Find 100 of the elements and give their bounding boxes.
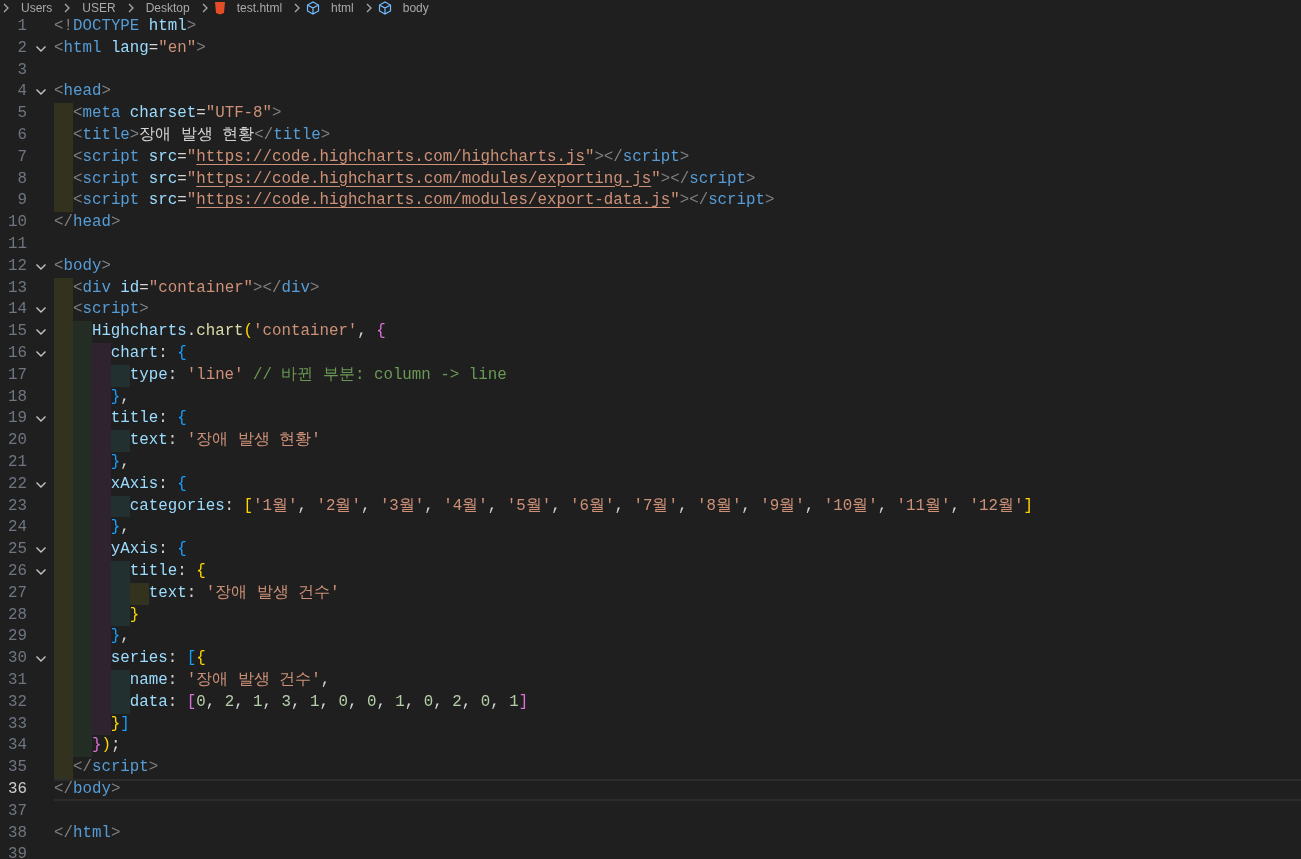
line-number: 20 xyxy=(7,430,27,452)
breadcrumb-item[interactable]: USER xyxy=(76,2,122,14)
breadcrumb-item[interactable]: Users xyxy=(15,2,59,14)
code-line: <html lang="en"> xyxy=(54,37,207,59)
line-number: 34 xyxy=(7,735,27,757)
code-line: type: 'line' // 바뀐 부분: column -> line xyxy=(54,364,1301,387)
line-number: 36 xyxy=(7,778,27,800)
code-line: yAxis: { xyxy=(54,539,1301,561)
line-number: 23 xyxy=(7,495,27,517)
chevron-right-icon xyxy=(293,2,302,14)
code-line: <meta charset="UTF-8"> xyxy=(54,103,1301,125)
chevron-right-icon xyxy=(126,2,135,14)
line-number: 14 xyxy=(7,299,27,321)
line-number: 16 xyxy=(7,343,27,364)
line-number: 24 xyxy=(7,517,27,539)
breadcrumb-item[interactable]: test.html xyxy=(230,2,289,14)
breadcrumb-item[interactable]: Desktop xyxy=(139,2,196,14)
code-line: series: [{ xyxy=(54,648,1301,670)
line-number: 26 xyxy=(7,561,27,582)
line-number: 11 xyxy=(7,234,27,256)
code-line: <script src="https://code.highcharts.com/highcharts.js"></script> xyxy=(54,146,1301,169)
line-number: 27 xyxy=(7,582,27,604)
line-number: 18 xyxy=(7,386,27,408)
code-line: <script src="https://code.highcharts.com/modules/exporting.js"></script> xyxy=(54,168,1301,191)
code-line: </script> xyxy=(54,757,1301,779)
line-number: 25 xyxy=(7,539,27,561)
line-number: 33 xyxy=(7,713,27,735)
code-line: <div id="container"></div> xyxy=(54,277,1301,300)
chevron-down-icon[interactable] xyxy=(34,328,47,337)
code-line: </head> xyxy=(54,212,122,234)
code-line: <head> xyxy=(54,81,112,103)
code-line: }, xyxy=(54,626,1301,649)
breadcrumb-item[interactable]: html xyxy=(325,2,360,14)
line-number: 1 xyxy=(16,16,27,38)
breadcrumb-item[interactable]: body xyxy=(396,2,435,14)
code-line: </body> xyxy=(54,778,1301,801)
chevron-down-icon[interactable] xyxy=(34,262,47,271)
chevron-right-icon xyxy=(63,2,72,14)
line-number: 13 xyxy=(7,277,27,299)
chevron-right-icon xyxy=(200,2,209,14)
code-line: }, xyxy=(54,386,1301,409)
code-line: </html> xyxy=(54,822,122,844)
line-number: 6 xyxy=(16,125,27,147)
code-line: title: { xyxy=(54,408,1301,431)
code-line: text: '장애 발생 건수' xyxy=(54,582,1301,605)
line-number: 32 xyxy=(7,691,27,713)
line-number: 30 xyxy=(7,648,27,670)
chevron-down-icon[interactable] xyxy=(34,655,47,663)
line-number: 29 xyxy=(7,626,27,648)
chevron-down-icon[interactable] xyxy=(34,567,47,576)
chevron-right-icon xyxy=(2,2,10,14)
cube-icon xyxy=(377,1,392,15)
line-number: 2 xyxy=(16,37,27,59)
code-line: }, xyxy=(54,517,1301,540)
chevron-down-icon[interactable] xyxy=(34,415,47,424)
code-line: categories: ['1월', '2월', '3월', '4월', '5월', '6월', '7월', '8월', '9월', '10월', '11월', '12월'] xyxy=(54,495,1301,518)
chevron-down-icon[interactable] xyxy=(34,349,47,358)
line-number: 15 xyxy=(7,321,27,343)
line-number: 12 xyxy=(7,255,27,277)
file-icon xyxy=(213,1,226,15)
chevron-down-icon[interactable] xyxy=(34,480,47,489)
code-line: xAxis: { xyxy=(54,473,1301,496)
code-line: } xyxy=(54,604,1301,627)
line-number: 31 xyxy=(7,669,27,691)
cube-icon xyxy=(306,1,321,15)
line-number: 4 xyxy=(16,81,27,103)
line-number: 7 xyxy=(16,146,27,168)
chevron-down-icon[interactable] xyxy=(34,546,47,554)
code-line: }] xyxy=(54,713,1301,736)
line-number: 21 xyxy=(7,452,27,473)
line-number: 3 xyxy=(16,59,27,81)
line-number: 8 xyxy=(16,168,27,190)
line-number: 38 xyxy=(7,822,27,844)
code-line: <script> xyxy=(54,299,1301,322)
code-line: name: '장애 발생 건수', xyxy=(54,669,1301,692)
line-number: 19 xyxy=(7,408,27,430)
chevron-right-icon xyxy=(364,2,373,14)
chevron-down-icon[interactable] xyxy=(34,44,47,53)
code-line: <title>장애 발생 현황</title> xyxy=(54,125,1301,147)
line-number: 39 xyxy=(7,844,27,859)
code-line: }); xyxy=(54,735,1301,758)
line-number: 5 xyxy=(16,103,27,125)
code-line: <body> xyxy=(54,255,112,277)
chevron-down-icon[interactable] xyxy=(34,306,47,315)
line-number: 10 xyxy=(7,212,27,234)
chevron-down-icon[interactable] xyxy=(34,88,47,97)
line-number: 37 xyxy=(7,800,27,822)
code-line: Highcharts.chart('container', { xyxy=(54,321,1301,343)
code-line: <!DOCTYPE html> xyxy=(54,16,198,38)
line-number: 35 xyxy=(7,757,27,779)
code-line: title: { xyxy=(54,560,1301,583)
line-number: 9 xyxy=(16,190,27,212)
code-line: chart: { xyxy=(54,342,1301,365)
code-line: <script src="https://code.highcharts.com/modules/export-data.js"></script> xyxy=(54,190,1301,213)
code-line: }, xyxy=(54,451,1301,474)
line-number: 28 xyxy=(7,604,27,626)
line-number: 17 xyxy=(7,364,27,386)
line-number: 22 xyxy=(7,473,27,495)
code-line: text: '장애 발생 현황' xyxy=(54,430,1301,452)
code-line: data: [0, 2, 1, 3, 1, 0, 0, 1, 0, 2, 0, 1] xyxy=(54,691,1301,714)
